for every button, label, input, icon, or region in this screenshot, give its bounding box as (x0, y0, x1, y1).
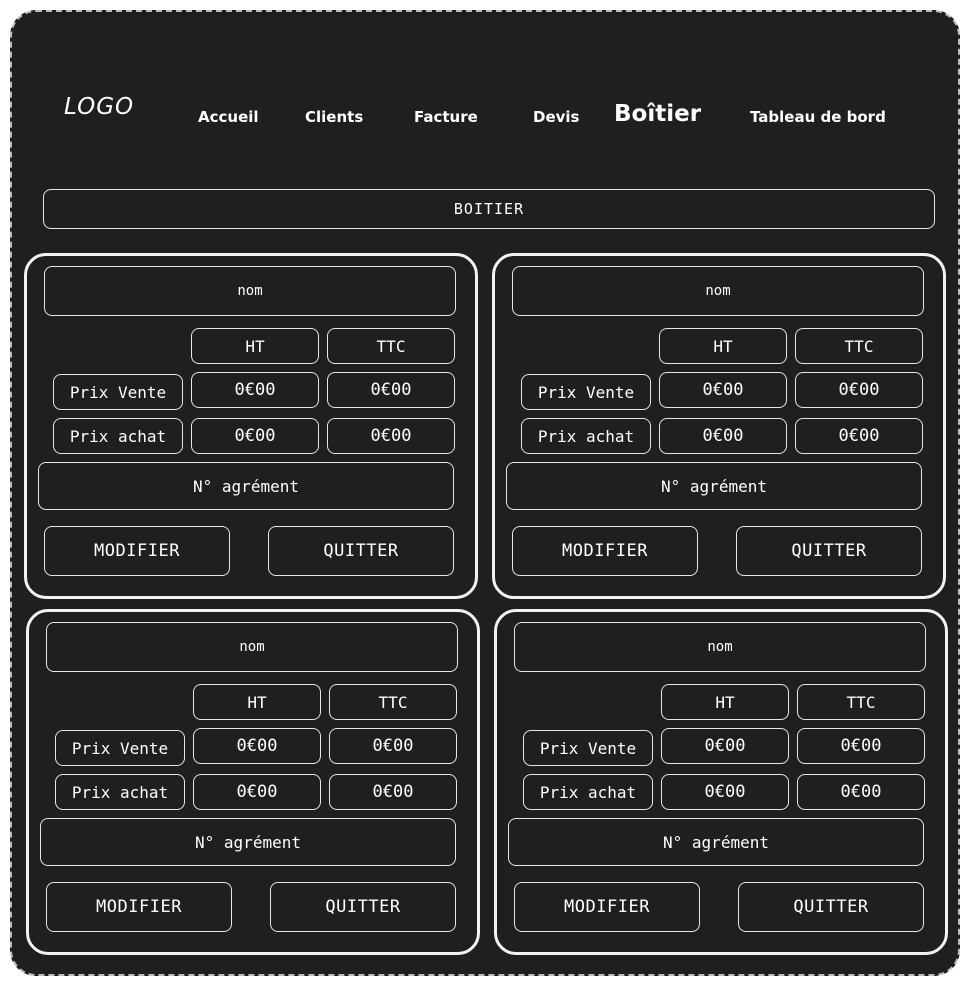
boitier-card: nom HT TTC Prix Vente 0€00 0€00 Prix ach… (494, 609, 948, 955)
agrement-field[interactable]: N° agrément (508, 818, 924, 866)
row-label-prix-achat: Prix achat (523, 774, 653, 810)
modifier-button[interactable]: MODIFIER (46, 882, 232, 932)
quitter-button[interactable]: QUITTER (268, 526, 454, 576)
nav-boitier[interactable]: Boîtier (614, 101, 701, 127)
modifier-button[interactable]: MODIFIER (514, 882, 700, 932)
prix-vente-ht-field[interactable]: 0€00 (661, 728, 789, 764)
row-label-prix-vente: Prix Vente (523, 730, 653, 766)
column-header-ttc: TTC (327, 328, 455, 364)
prix-achat-ttc-field[interactable]: 0€00 (327, 418, 455, 454)
prix-vente-ht-field[interactable]: 0€00 (191, 372, 319, 408)
nav-clients[interactable]: Clients (305, 108, 363, 126)
prix-achat-ht-field[interactable]: 0€00 (191, 418, 319, 454)
row-label-prix-vente: Prix Vente (521, 374, 651, 410)
quitter-button[interactable]: QUITTER (738, 882, 924, 932)
quitter-button[interactable]: QUITTER (270, 882, 456, 932)
prix-vente-ttc-field[interactable]: 0€00 (329, 728, 457, 764)
modifier-button[interactable]: MODIFIER (512, 526, 698, 576)
row-label-prix-achat: Prix achat (521, 418, 651, 454)
name-field[interactable]: nom (46, 622, 458, 672)
prix-vente-ttc-field[interactable]: 0€00 (327, 372, 455, 408)
prix-achat-ht-field[interactable]: 0€00 (661, 774, 789, 810)
boitier-card: nom HT TTC Prix Vente 0€00 0€00 Prix ach… (26, 609, 480, 955)
column-header-ht: HT (659, 328, 787, 364)
nav-devis[interactable]: Devis (533, 108, 579, 126)
prix-vente-ttc-field[interactable]: 0€00 (795, 372, 923, 408)
prix-achat-ttc-field[interactable]: 0€00 (795, 418, 923, 454)
logo: LOGO (64, 94, 135, 120)
prix-vente-ttc-field[interactable]: 0€00 (797, 728, 925, 764)
prix-achat-ht-field[interactable]: 0€00 (193, 774, 321, 810)
page-title-banner: BOITIER (43, 189, 935, 229)
name-field[interactable]: nom (514, 622, 926, 672)
row-label-prix-vente: Prix Vente (53, 374, 183, 410)
boitier-card: nom HT TTC Prix Vente 0€00 0€00 Prix ach… (492, 253, 946, 599)
prix-achat-ttc-field[interactable]: 0€00 (329, 774, 457, 810)
agrement-field[interactable]: N° agrément (40, 818, 456, 866)
column-header-ht: HT (191, 328, 319, 364)
name-field[interactable]: nom (512, 266, 924, 316)
prix-achat-ttc-field[interactable]: 0€00 (797, 774, 925, 810)
column-header-ht: HT (661, 684, 789, 720)
column-header-ttc: TTC (795, 328, 923, 364)
row-label-prix-achat: Prix achat (53, 418, 183, 454)
column-header-ttc: TTC (329, 684, 457, 720)
boitier-card: nom HT TTC Prix Vente 0€00 0€00 Prix ach… (24, 253, 478, 599)
prix-achat-ht-field[interactable]: 0€00 (659, 418, 787, 454)
name-field[interactable]: nom (44, 266, 456, 316)
nav-tableau-de-bord[interactable]: Tableau de bord (750, 108, 886, 126)
row-label-prix-vente: Prix Vente (55, 730, 185, 766)
nav-accueil[interactable]: Accueil (198, 108, 259, 126)
row-label-prix-achat: Prix achat (55, 774, 185, 810)
nav-facture[interactable]: Facture (414, 108, 478, 126)
prix-vente-ht-field[interactable]: 0€00 (659, 372, 787, 408)
column-header-ttc: TTC (797, 684, 925, 720)
agrement-field[interactable]: N° agrément (506, 462, 922, 510)
agrement-field[interactable]: N° agrément (38, 462, 454, 510)
prix-vente-ht-field[interactable]: 0€00 (193, 728, 321, 764)
column-header-ht: HT (193, 684, 321, 720)
modifier-button[interactable]: MODIFIER (44, 526, 230, 576)
quitter-button[interactable]: QUITTER (736, 526, 922, 576)
